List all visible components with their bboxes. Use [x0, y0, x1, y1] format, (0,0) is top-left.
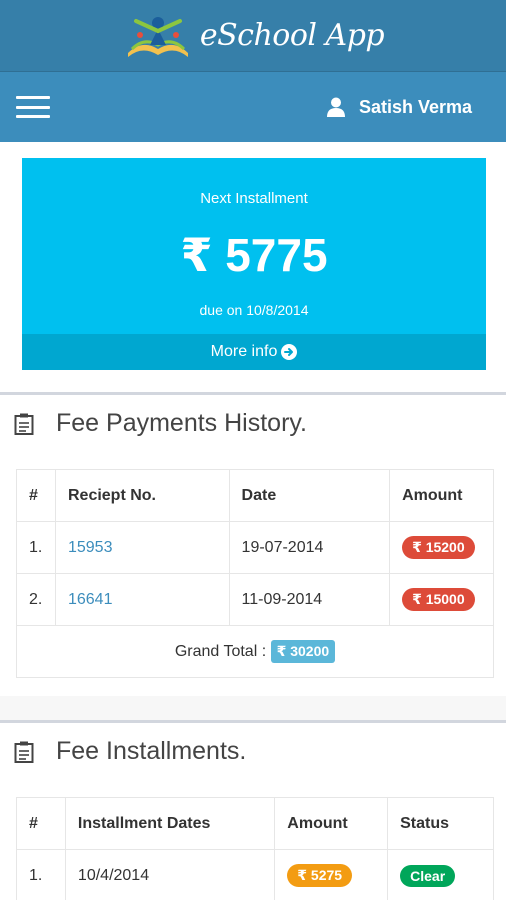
top-navbar: Satish Verma	[0, 72, 506, 142]
column-header: Amount	[274, 797, 389, 850]
column-header: Reciept No.	[54, 469, 230, 522]
arrow-circle-right-icon	[281, 344, 298, 360]
user-name: Satish Verma	[358, 96, 472, 117]
table-row: 1. 15953 19-07-2014 ₹ 15200	[16, 521, 494, 574]
app-title: eSchool App	[199, 18, 385, 53]
payment-date: 19-07-2014	[228, 521, 391, 574]
row-number: 2.	[16, 573, 56, 626]
installments-title: Fee Installments.	[56, 737, 247, 765]
table-row: 2. 16641 11-09-2014 ₹ 15000	[16, 573, 494, 626]
receipt-link[interactable]: 16641	[68, 591, 113, 608]
payment-date: 11-09-2014	[228, 573, 391, 626]
column-header: Amount	[389, 469, 494, 522]
amount-badge: ₹ 15000	[402, 588, 475, 611]
more-info-link[interactable]: More info	[22, 334, 486, 370]
receipt-link[interactable]: 15953	[68, 539, 113, 556]
next-installment-label: Next Installment	[200, 190, 308, 207]
payments-history-title: Fee Payments History.	[56, 409, 308, 437]
installments-table: # Installment Dates Amount Status 1. 10/…	[16, 797, 494, 900]
grand-total-label: Grand Total :	[174, 643, 267, 660]
row-number: 1.	[16, 849, 66, 900]
column-header: Installment Dates	[64, 797, 276, 850]
user-icon	[326, 97, 345, 117]
payments-history-section: Fee Payments History. # Reciept No. Date…	[0, 392, 506, 696]
grand-total-badge: ₹ 30200	[270, 640, 336, 663]
brand-bar: eSchool App	[0, 0, 506, 72]
next-installment-box: Next Installment ₹ 5775 due on 10/8/2014…	[22, 158, 486, 370]
column-header: #	[16, 797, 66, 850]
grand-total-row: Grand Total : ₹ 30200	[16, 625, 494, 678]
main-content: Next Installment ₹ 5775 due on 10/8/2014…	[0, 142, 506, 900]
menu-icon[interactable]	[16, 94, 50, 120]
installments-header: Fee Installments.	[14, 737, 246, 766]
table-header-row: # Reciept No. Date Amount	[16, 469, 494, 522]
table-row: 1. 10/4/2014 ₹ 5275 Clear	[16, 849, 494, 900]
more-info-label: More info	[210, 343, 278, 360]
amount-badge: ₹ 15200	[402, 536, 475, 559]
clipboard-icon	[14, 741, 34, 763]
table-header-row: # Installment Dates Amount Status	[16, 797, 494, 850]
payments-table: # Reciept No. Date Amount 1. 15953 19-07…	[16, 469, 494, 678]
payments-history-header: Fee Payments History.	[14, 409, 307, 438]
column-header: Status	[387, 797, 494, 850]
row-number: 1.	[16, 521, 56, 574]
installment-date: 10/4/2014	[64, 849, 276, 900]
next-installment-due-date: due on 10/8/2014	[199, 302, 309, 318]
status-badge: Clear	[400, 864, 456, 887]
app-logo	[127, 16, 188, 57]
clipboard-icon	[14, 413, 34, 435]
user-menu[interactable]: Satish Verma	[326, 96, 472, 118]
amount-badge: ₹ 5275	[287, 864, 353, 887]
section-spacer	[0, 696, 506, 722]
column-header: #	[16, 469, 56, 522]
next-installment-amount: ₹ 5775	[180, 229, 328, 281]
installments-section: Fee Installments. # Installment Dates Am…	[0, 720, 506, 900]
column-header: Date	[228, 469, 391, 522]
